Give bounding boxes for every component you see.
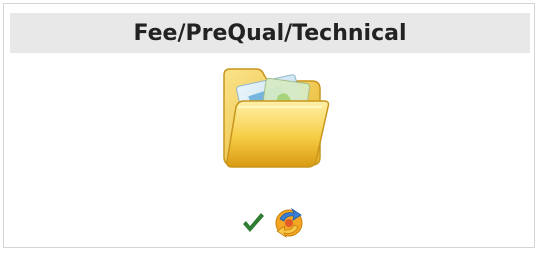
action-row	[240, 201, 306, 245]
document-panel: Fee/PreQual/Technical	[3, 3, 535, 248]
open-folder-icon[interactable]	[216, 61, 334, 179]
panel-title: Fee/PreQual/Technical	[10, 13, 530, 53]
checkmark-icon[interactable]	[240, 210, 266, 236]
refresh-icon[interactable]	[272, 206, 306, 240]
